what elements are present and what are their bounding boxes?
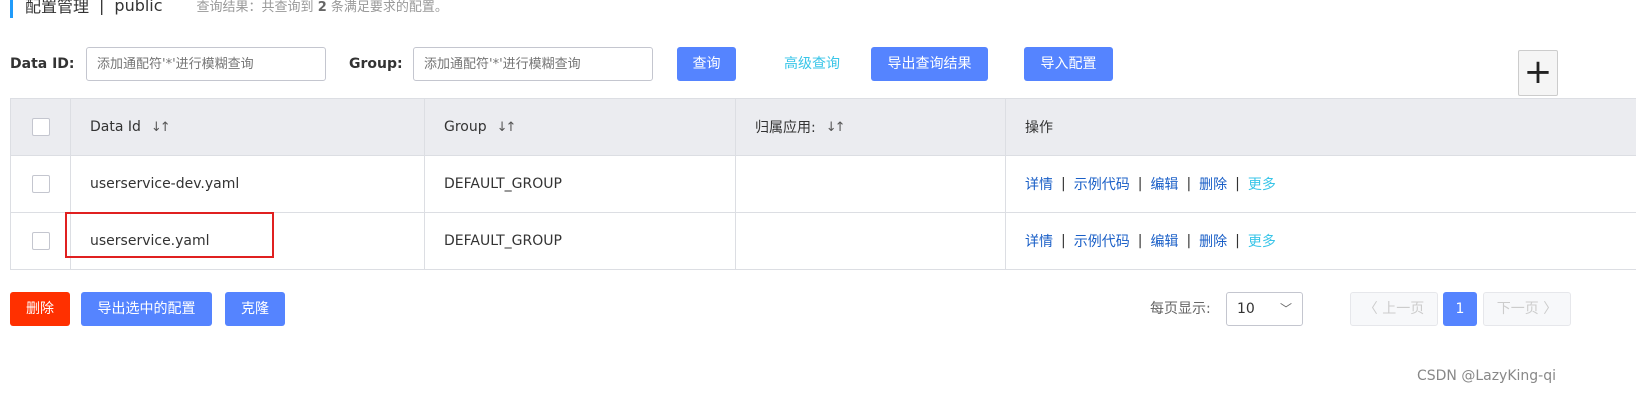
highlight-box — [65, 212, 274, 258]
action-separator: | — [1235, 233, 1240, 249]
cell-app — [736, 156, 1006, 212]
action-separator: | — [1137, 233, 1143, 249]
column-header-data-id[interactable]: Data Id ↓↑ — [71, 99, 425, 155]
column-label: Group — [444, 119, 487, 135]
action-separator: | — [1061, 233, 1066, 249]
export-results-button[interactable]: 导出查询结果 — [871, 47, 988, 81]
delete-selected-button[interactable]: 删除 — [10, 292, 70, 326]
column-label: 归属应用: — [755, 120, 816, 136]
result-suffix: 条满足要求的配置。 — [330, 0, 448, 15]
query-button[interactable]: 查询 — [677, 47, 736, 81]
table-header-row: Data Id ↓↑ Group ↓↑ 归属应用: ↓↑ 操作 — [11, 99, 1636, 156]
header-accent-bar — [10, 0, 13, 18]
action-separator: | — [1186, 176, 1192, 192]
sort-icon[interactable]: ↓↑ — [826, 120, 846, 135]
page-size-value: 10 — [1237, 301, 1255, 317]
row-checkbox-cell — [11, 156, 71, 212]
detail-link[interactable]: 详情 — [1025, 231, 1053, 251]
sort-icon[interactable]: ↓↑ — [151, 120, 171, 135]
edit-link[interactable]: 编辑 — [1150, 231, 1178, 251]
action-separator: | — [1186, 233, 1192, 249]
cell-actions: 详情 | 示例代码 | 编辑 | 删除 | 更多 — [1006, 156, 1636, 212]
column-header-app[interactable]: 归属应用: ↓↑ — [736, 99, 1006, 155]
group-input[interactable] — [413, 47, 653, 81]
column-label: Data Id — [90, 119, 141, 135]
page-title: 配置管理 — [25, 0, 90, 16]
chevron-down-icon: ﹀ — [1279, 302, 1292, 316]
select-all-checkbox[interactable] — [31, 118, 50, 136]
edit-link[interactable]: 编辑 — [1150, 174, 1178, 194]
import-config-button[interactable]: 导入配置 — [1024, 47, 1113, 81]
delete-link[interactable]: 删除 — [1199, 174, 1227, 194]
cell-data-id: userservice-dev.yaml — [71, 156, 425, 212]
page-size-label: 每页显示: — [1150, 301, 1211, 317]
column-label: 操作 — [1025, 120, 1053, 136]
delete-link[interactable]: 删除 — [1199, 231, 1227, 251]
header-checkbox-cell — [11, 99, 71, 155]
clone-button[interactable]: 克隆 — [225, 292, 285, 326]
sample-code-link[interactable]: 示例代码 — [1074, 174, 1130, 194]
query-result-summary: 查询结果：共查询到 2 条满足要求的配置。 — [197, 0, 448, 15]
next-page-button[interactable]: 下一页 〉 — [1483, 292, 1571, 326]
result-count: 2 — [317, 0, 327, 15]
search-bar: Data ID: Group: 查询 高级查询 导出查询结果 导入配置 — [10, 47, 1570, 81]
more-link[interactable]: 更多 — [1248, 231, 1276, 251]
plus-icon[interactable]: + — [1518, 50, 1558, 96]
more-link[interactable]: 更多 — [1248, 174, 1276, 194]
page-size-select[interactable]: 10 ﹀ — [1226, 292, 1303, 326]
namespace-name: public — [114, 0, 163, 15]
sort-icon[interactable]: ↓↑ — [497, 120, 517, 135]
page-header: 配置管理 | public 查询结果：共查询到 2 条满足要求的配置。 — [10, 0, 448, 18]
export-selected-button[interactable]: 导出选中的配置 — [81, 292, 212, 326]
cell-actions: 详情 | 示例代码 | 编辑 | 删除 | 更多 — [1006, 213, 1636, 269]
sample-code-link[interactable]: 示例代码 — [1074, 231, 1130, 251]
group-label: Group: — [349, 56, 403, 72]
data-id-label: Data ID: — [10, 56, 75, 72]
prev-page-button[interactable]: 〈 上一页 — [1350, 292, 1438, 326]
data-id-input[interactable] — [86, 47, 326, 81]
detail-link[interactable]: 详情 — [1025, 174, 1053, 194]
row-checkbox[interactable] — [31, 175, 50, 193]
advanced-query-link[interactable]: 高级查询 — [784, 47, 840, 81]
cell-group: DEFAULT_GROUP — [425, 213, 736, 269]
watermark: CSDN @LazyKing-qi — [1416, 368, 1556, 384]
column-header-group[interactable]: Group ↓↑ — [425, 99, 736, 155]
header-separator: | — [99, 0, 105, 15]
action-separator: | — [1137, 176, 1143, 192]
table-footer: 删除 导出选中的配置 克隆 每页显示: 10 ﹀ 〈 上一页 1 下一页 〉 — [10, 292, 1636, 326]
column-header-actions: 操作 — [1006, 99, 1636, 155]
result-prefix: 查询结果：共查询到 — [196, 0, 314, 15]
cell-group: DEFAULT_GROUP — [425, 156, 736, 212]
cell-app — [736, 213, 1006, 269]
table-row: userservice-dev.yaml DEFAULT_GROUP 详情 | … — [11, 156, 1636, 213]
action-separator: | — [1235, 176, 1240, 192]
action-separator: | — [1061, 176, 1066, 192]
current-page-button[interactable]: 1 — [1443, 292, 1477, 326]
row-checkbox[interactable] — [31, 232, 50, 250]
row-checkbox-cell — [11, 213, 71, 269]
